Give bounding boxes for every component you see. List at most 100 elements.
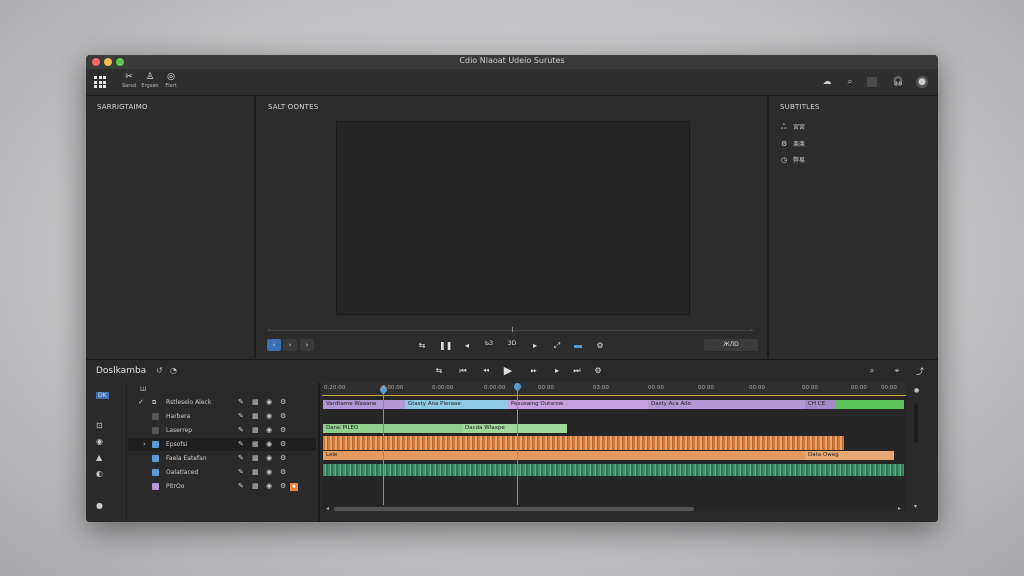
settings-icon[interactable]: ⚙ bbox=[594, 341, 606, 350]
prev-nav-button[interactable]: ‹ bbox=[267, 339, 281, 351]
loop-icon[interactable]: ⇆ bbox=[416, 341, 428, 350]
side-mode-button[interactable]: DK bbox=[96, 392, 109, 399]
edit-icon[interactable]: ✎ bbox=[238, 480, 244, 493]
edit-icon[interactable]: ✎ bbox=[238, 424, 244, 437]
audio-icon[interactable]: ▲ bbox=[96, 453, 102, 462]
skip-start-icon[interactable]: ⏮︎ bbox=[457, 366, 469, 376]
edit-icon[interactable]: ✎ bbox=[238, 466, 244, 479]
track-row[interactable]: › Epsofsi ✎ ▦ ◉ ⚙ bbox=[128, 438, 316, 451]
check-icon[interactable]: ✓ bbox=[138, 396, 144, 409]
pin-icon[interactable]: ⌖ bbox=[891, 366, 903, 376]
visibility-icon[interactable]: ◉ bbox=[266, 452, 272, 465]
clip-b2[interactable]: Data Oweg bbox=[805, 451, 894, 460]
vertical-scrollbar[interactable] bbox=[914, 403, 918, 443]
step-forward-icon[interactable]: ▸ bbox=[529, 341, 541, 350]
track-row[interactable]: PitrOo ✎ ▦ ◉ ⚙ ★ bbox=[128, 480, 316, 493]
edit-icon[interactable]: ✎ bbox=[238, 438, 244, 451]
horizontal-scrollbar[interactable] bbox=[334, 507, 694, 511]
more-nav-button[interactable]: › bbox=[300, 339, 314, 351]
grid-icon[interactable]: ▦ bbox=[252, 396, 259, 409]
scrub-playhead[interactable] bbox=[512, 327, 513, 332]
fast-forward-icon[interactable]: ⏩︎ bbox=[528, 366, 540, 376]
clip-v6[interactable] bbox=[835, 400, 904, 409]
link-icon[interactable]: ● bbox=[96, 501, 103, 510]
track-row[interactable]: ✓ ⧉ Rstleselo Aleck ✎ ▦ ◉ ⚙ bbox=[128, 396, 316, 409]
options-icon[interactable]: ⚙ bbox=[280, 424, 286, 437]
subtitle-item-1[interactable]: ஃ 宮宮 bbox=[781, 122, 805, 132]
clip-v3[interactable]: Pesusaing Outsrow bbox=[508, 400, 648, 409]
visibility-icon[interactable]: ◉ bbox=[266, 438, 272, 451]
video-preview-screen[interactable] bbox=[336, 121, 690, 315]
zoom-icon[interactable]: ⌕ bbox=[866, 366, 878, 376]
play-icon[interactable]: ▶ bbox=[502, 364, 514, 377]
visibility-icon[interactable]: ◉ bbox=[266, 480, 272, 493]
cloud-icon[interactable]: ☁ bbox=[821, 76, 833, 88]
timeline-ruler[interactable] bbox=[322, 383, 906, 396]
track-row[interactable]: Laserrep ✎ ▦ ◉ ⚙ bbox=[128, 424, 316, 437]
history-icon[interactable]: ◔ bbox=[170, 366, 177, 375]
scroll-left-icon[interactable]: ◂ bbox=[326, 505, 329, 512]
next-frame-icon[interactable]: ▸ bbox=[551, 366, 563, 375]
rewind-icon[interactable]: ⏪︎ bbox=[480, 366, 492, 376]
playhead-marker-a[interactable] bbox=[383, 385, 384, 505]
grid-icon[interactable]: ▦ bbox=[252, 452, 259, 465]
track-color-swatch[interactable] bbox=[152, 413, 159, 420]
subtitle-item-2[interactable]: ⚙ 楽楽 bbox=[781, 139, 805, 148]
layout-icon[interactable] bbox=[867, 77, 877, 87]
visibility-icon[interactable]: ◉ bbox=[266, 410, 272, 423]
playhead-marker-b[interactable] bbox=[517, 385, 518, 505]
track-color-swatch[interactable] bbox=[152, 483, 159, 490]
options-icon[interactable]: ⚙ bbox=[280, 466, 286, 479]
clip-v2[interactable]: Gtasty Ana Pleraae bbox=[405, 400, 508, 409]
scroll-down-icon[interactable]: ▾ bbox=[914, 503, 917, 510]
edit-icon[interactable]: ✎ bbox=[238, 410, 244, 423]
tool-person-button[interactable]: ♙ Ergsen bbox=[139, 72, 161, 89]
track-row[interactable]: Harbera ✎ ▦ ◉ ⚙ bbox=[128, 410, 316, 423]
edit-icon[interactable]: ✎ bbox=[238, 452, 244, 465]
scroll-right-icon[interactable]: ▸ bbox=[898, 505, 901, 512]
clip-v4[interactable]: Dasty Aca Ado bbox=[648, 400, 805, 409]
track-color-swatch[interactable] bbox=[152, 469, 159, 476]
next-nav-button[interactable]: › bbox=[283, 339, 297, 351]
apps-grid-icon[interactable] bbox=[94, 76, 106, 88]
track-color-swatch[interactable] bbox=[152, 427, 159, 434]
export-icon[interactable]: ⤴ bbox=[914, 366, 926, 377]
fullscreen-icon[interactable]: ⤢ bbox=[551, 341, 563, 351]
warning-icon[interactable]: ★ bbox=[290, 483, 298, 491]
skip-end-icon[interactable]: ⏭︎ bbox=[571, 366, 583, 376]
clip-v1[interactable]: Vardtame Waaane bbox=[323, 400, 405, 409]
track-row[interactable]: Oalatlaced ✎ ▦ ◉ ⚙ bbox=[128, 466, 316, 479]
clip-v5[interactable]: CH CE bbox=[805, 400, 835, 409]
account-avatar[interactable]: ● bbox=[916, 76, 928, 88]
clip-a1[interactable]: Darai PILEO bbox=[323, 424, 462, 433]
mute-icon[interactable]: ◐ bbox=[96, 469, 103, 478]
track-color-swatch[interactable] bbox=[152, 455, 159, 462]
timeline-loop-icon[interactable]: ⇆ bbox=[433, 366, 445, 375]
undo-icon[interactable]: ↺ bbox=[156, 366, 163, 375]
search-icon[interactable]: ⌕ bbox=[844, 76, 856, 88]
options-icon[interactable]: ⚙ bbox=[280, 480, 286, 493]
options-icon[interactable]: ⚙ bbox=[280, 452, 286, 465]
lock-icon[interactable]: ⊡ bbox=[96, 421, 103, 430]
tool-cut-button[interactable]: ✂ Sarsd bbox=[118, 72, 140, 89]
tool-effects-button[interactable]: ◎ Flert bbox=[160, 72, 182, 89]
clip-a2[interactable]: Dacda Wlaxpe bbox=[462, 424, 567, 433]
pause-icon[interactable]: ❚❚ bbox=[439, 341, 452, 350]
marker-icon[interactable] bbox=[574, 345, 582, 348]
edit-icon[interactable]: ✎ bbox=[238, 396, 244, 409]
grid-icon[interactable]: ▦ bbox=[252, 410, 259, 423]
step-back-icon[interactable]: ◂ bbox=[461, 341, 473, 350]
timeline-settings-icon[interactable]: ⚙ bbox=[592, 366, 604, 375]
track-row[interactable]: Faela Eatefan ✎ ▦ ◉ ⚙ bbox=[128, 452, 316, 465]
grid-icon[interactable]: ▦ bbox=[252, 466, 259, 479]
headphones-icon[interactable]: 🎧︎ bbox=[892, 76, 904, 88]
audio-waveform-orange[interactable] bbox=[323, 436, 844, 450]
visibility-icon[interactable]: ◉ bbox=[266, 466, 272, 479]
timecode-button[interactable]: ЖЛD bbox=[704, 339, 758, 351]
options-icon[interactable]: ⚙ bbox=[280, 410, 286, 423]
audio-waveform-green[interactable] bbox=[323, 464, 904, 476]
grid-icon[interactable]: ▦ bbox=[252, 480, 259, 493]
eye-icon[interactable]: ◉ bbox=[96, 437, 103, 446]
grid-icon[interactable]: ▦ bbox=[252, 438, 259, 451]
expand-chevron-icon[interactable]: › bbox=[143, 438, 146, 451]
